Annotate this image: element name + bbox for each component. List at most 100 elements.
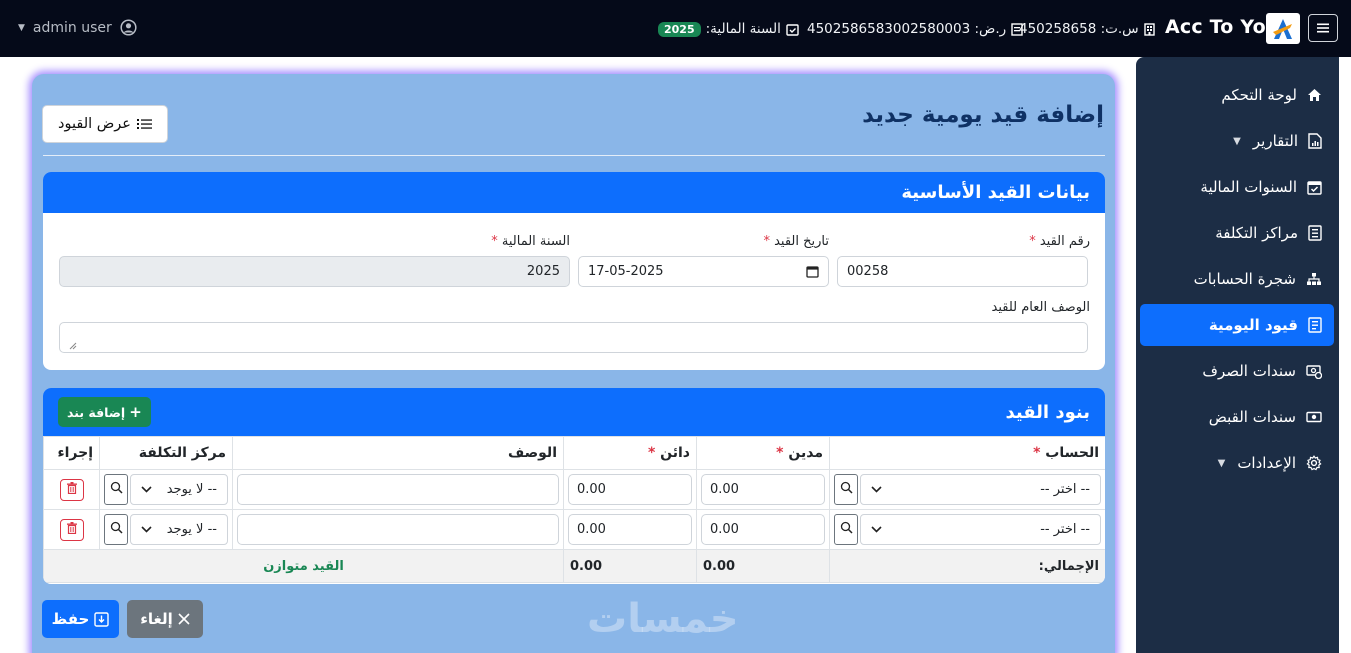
sidebar-item-settings[interactable]: الإعدادات ▼ <box>1140 442 1334 484</box>
building-icon <box>1143 22 1155 36</box>
balance-status: القيد متوازن <box>43 549 564 583</box>
table-header-row: الحساب * مدين * دائن * الوصف مركز التكلف… <box>43 436 1105 470</box>
credit-input[interactable]: 0.00 <box>568 514 692 545</box>
total-credit: 0.00 <box>563 549 697 583</box>
entry-number-label: رقم القيد * <box>1029 234 1090 249</box>
sidebar-item-label: شجرة الحسابات <box>1193 270 1296 288</box>
fiscal-year-label: السنة المالية: <box>705 21 781 37</box>
account-select[interactable]: -- اختر -- <box>860 514 1101 545</box>
delete-line-button[interactable] <box>59 518 84 541</box>
plus-icon: + <box>129 403 142 421</box>
debit-input[interactable]: 0.00 <box>701 474 825 505</box>
cost-center-cell: -- لا يوجد <box>99 509 233 550</box>
calendar-icon[interactable] <box>806 265 819 278</box>
debit-cell: 0.00 <box>696 509 830 550</box>
description-cell <box>232 469 564 510</box>
sidebar-item-label: السنوات المالية <box>1200 178 1297 196</box>
search-icon <box>840 481 853 498</box>
resize-handle-icon <box>69 342 77 350</box>
col-description: الوصف <box>232 436 564 470</box>
col-debit: مدين * <box>696 436 830 470</box>
watermark: خمسات <box>587 596 739 642</box>
app-logo[interactable] <box>1266 13 1300 44</box>
sidebar-item-dashboard[interactable]: لوحة التحكم <box>1140 74 1334 116</box>
tree-icon <box>1306 272 1322 286</box>
journal-icon <box>1308 317 1322 333</box>
search-icon <box>840 521 853 538</box>
sidebar: لوحة التحكم التقارير ▼ السنوات المالية م… <box>1136 57 1339 653</box>
entry-lines-card: بنود القيد + إضافة بند الحساب * مدين * د… <box>43 388 1105 584</box>
sidebar-item-journal-entries[interactable]: قيود اليومية <box>1140 304 1334 346</box>
calendar-check-icon <box>786 23 799 36</box>
user-circle-icon <box>120 19 137 36</box>
account-select[interactable]: -- اختر -- <box>860 474 1101 505</box>
general-description-textarea[interactable] <box>59 322 1088 353</box>
totals-row: الإجمالي: 0.00 0.00 القيد متوازن <box>43 549 1105 583</box>
general-description-label: الوصف العام للقيد <box>991 300 1091 315</box>
chevron-down-icon <box>871 482 882 497</box>
sidebar-item-label: قيود اليومية <box>1208 316 1298 334</box>
home-icon <box>1307 88 1322 102</box>
credit-input[interactable]: 0.00 <box>568 474 692 505</box>
col-credit: دائن * <box>563 436 697 470</box>
table-row: -- اختر -- 0.00 0.00 -- لا يوجد <box>43 509 1105 550</box>
sidebar-item-payment-vouchers[interactable]: سندات الصرف <box>1140 350 1334 392</box>
credit-cell: 0.00 <box>563 509 697 550</box>
entry-lines-title: بنود القيد <box>1005 401 1090 423</box>
entry-lines-table: الحساب * مدين * دائن * الوصف مركز التكلف… <box>43 436 1105 583</box>
cost-center-select[interactable]: -- لا يوجد <box>130 474 228 505</box>
add-line-label: إضافة بند <box>67 404 126 420</box>
sidebar-item-fiscal-years[interactable]: السنوات المالية <box>1140 166 1334 208</box>
cost-center-icon <box>1308 225 1322 241</box>
basic-data-title: بيانات القيد الأساسية <box>901 182 1090 203</box>
sidebar-item-label: لوحة التحكم <box>1221 86 1297 104</box>
add-line-button[interactable]: + إضافة بند <box>58 397 151 427</box>
account-search-button[interactable] <box>834 474 858 505</box>
payment-voucher-icon <box>1306 364 1322 379</box>
line-description-input[interactable] <box>237 514 559 545</box>
commercial-register: س.ت: 450258658 <box>1019 19 1155 39</box>
col-account: الحساب * <box>829 436 1105 470</box>
cost-center-search-button[interactable] <box>104 514 128 545</box>
caret-down-icon: ▼ <box>1217 457 1226 469</box>
delete-line-button[interactable] <box>59 478 84 501</box>
view-entries-label: عرض القيود <box>58 116 131 132</box>
sidebar-item-reports[interactable]: التقارير ▼ <box>1140 120 1334 162</box>
view-entries-button[interactable]: عرض القيود <box>42 105 168 143</box>
menu-toggle-button[interactable] <box>1308 14 1338 42</box>
sidebar-item-cost-centers[interactable]: مراكز التكلفة <box>1140 212 1334 254</box>
save-button[interactable]: حفظ <box>42 600 119 638</box>
caret-down-icon: ▼ <box>1233 135 1241 147</box>
cost-center-search-button[interactable] <box>104 474 128 505</box>
line-description-input[interactable] <box>237 474 559 505</box>
caret-down-icon: ▼ <box>18 22 25 33</box>
chevron-down-icon <box>141 482 152 497</box>
cancel-button[interactable]: إلغاء <box>127 600 203 638</box>
sidebar-item-label: سندات القبض <box>1208 408 1296 426</box>
table-row: -- اختر -- 0.00 0.00 -- لا يوجد <box>43 469 1105 510</box>
top-navbar: Acc To Yo س.ت: 450258658 ر.ض: 4502586583… <box>0 0 1351 57</box>
entry-number-input[interactable]: 00258 <box>837 256 1088 287</box>
search-icon <box>110 521 123 538</box>
action-cell <box>43 509 100 550</box>
basic-data-card: بيانات القيد الأساسية رقم القيد * 00258 … <box>43 172 1105 370</box>
credit-cell: 0.00 <box>563 469 697 510</box>
debit-input[interactable]: 0.00 <box>701 514 825 545</box>
title-divider <box>43 155 1105 156</box>
trash-icon <box>66 521 77 538</box>
account-search-button[interactable] <box>834 514 858 545</box>
entry-date-input[interactable]: 17-05-2025 <box>578 256 829 287</box>
sidebar-item-chart-of-accounts[interactable]: شجرة الحسابات <box>1140 258 1334 300</box>
vat-number-text: ر.ض: 450258658300258000​3 <box>807 21 1007 37</box>
description-cell <box>232 509 564 550</box>
chevron-down-icon <box>871 522 882 537</box>
save-label: حفظ <box>51 610 90 628</box>
cost-center-select[interactable]: -- لا يوجد <box>130 514 228 545</box>
user-menu[interactable]: ▼ admin user <box>18 19 137 36</box>
save-icon <box>94 611 110 627</box>
account-cell: -- اختر -- <box>829 469 1105 510</box>
sidebar-item-receipt-vouchers[interactable]: سندات القبض <box>1140 396 1334 438</box>
fiscal-year-field-label: السنة المالية * <box>491 234 570 249</box>
fiscal-year-input: 2025 <box>59 256 570 287</box>
search-icon <box>110 481 123 498</box>
